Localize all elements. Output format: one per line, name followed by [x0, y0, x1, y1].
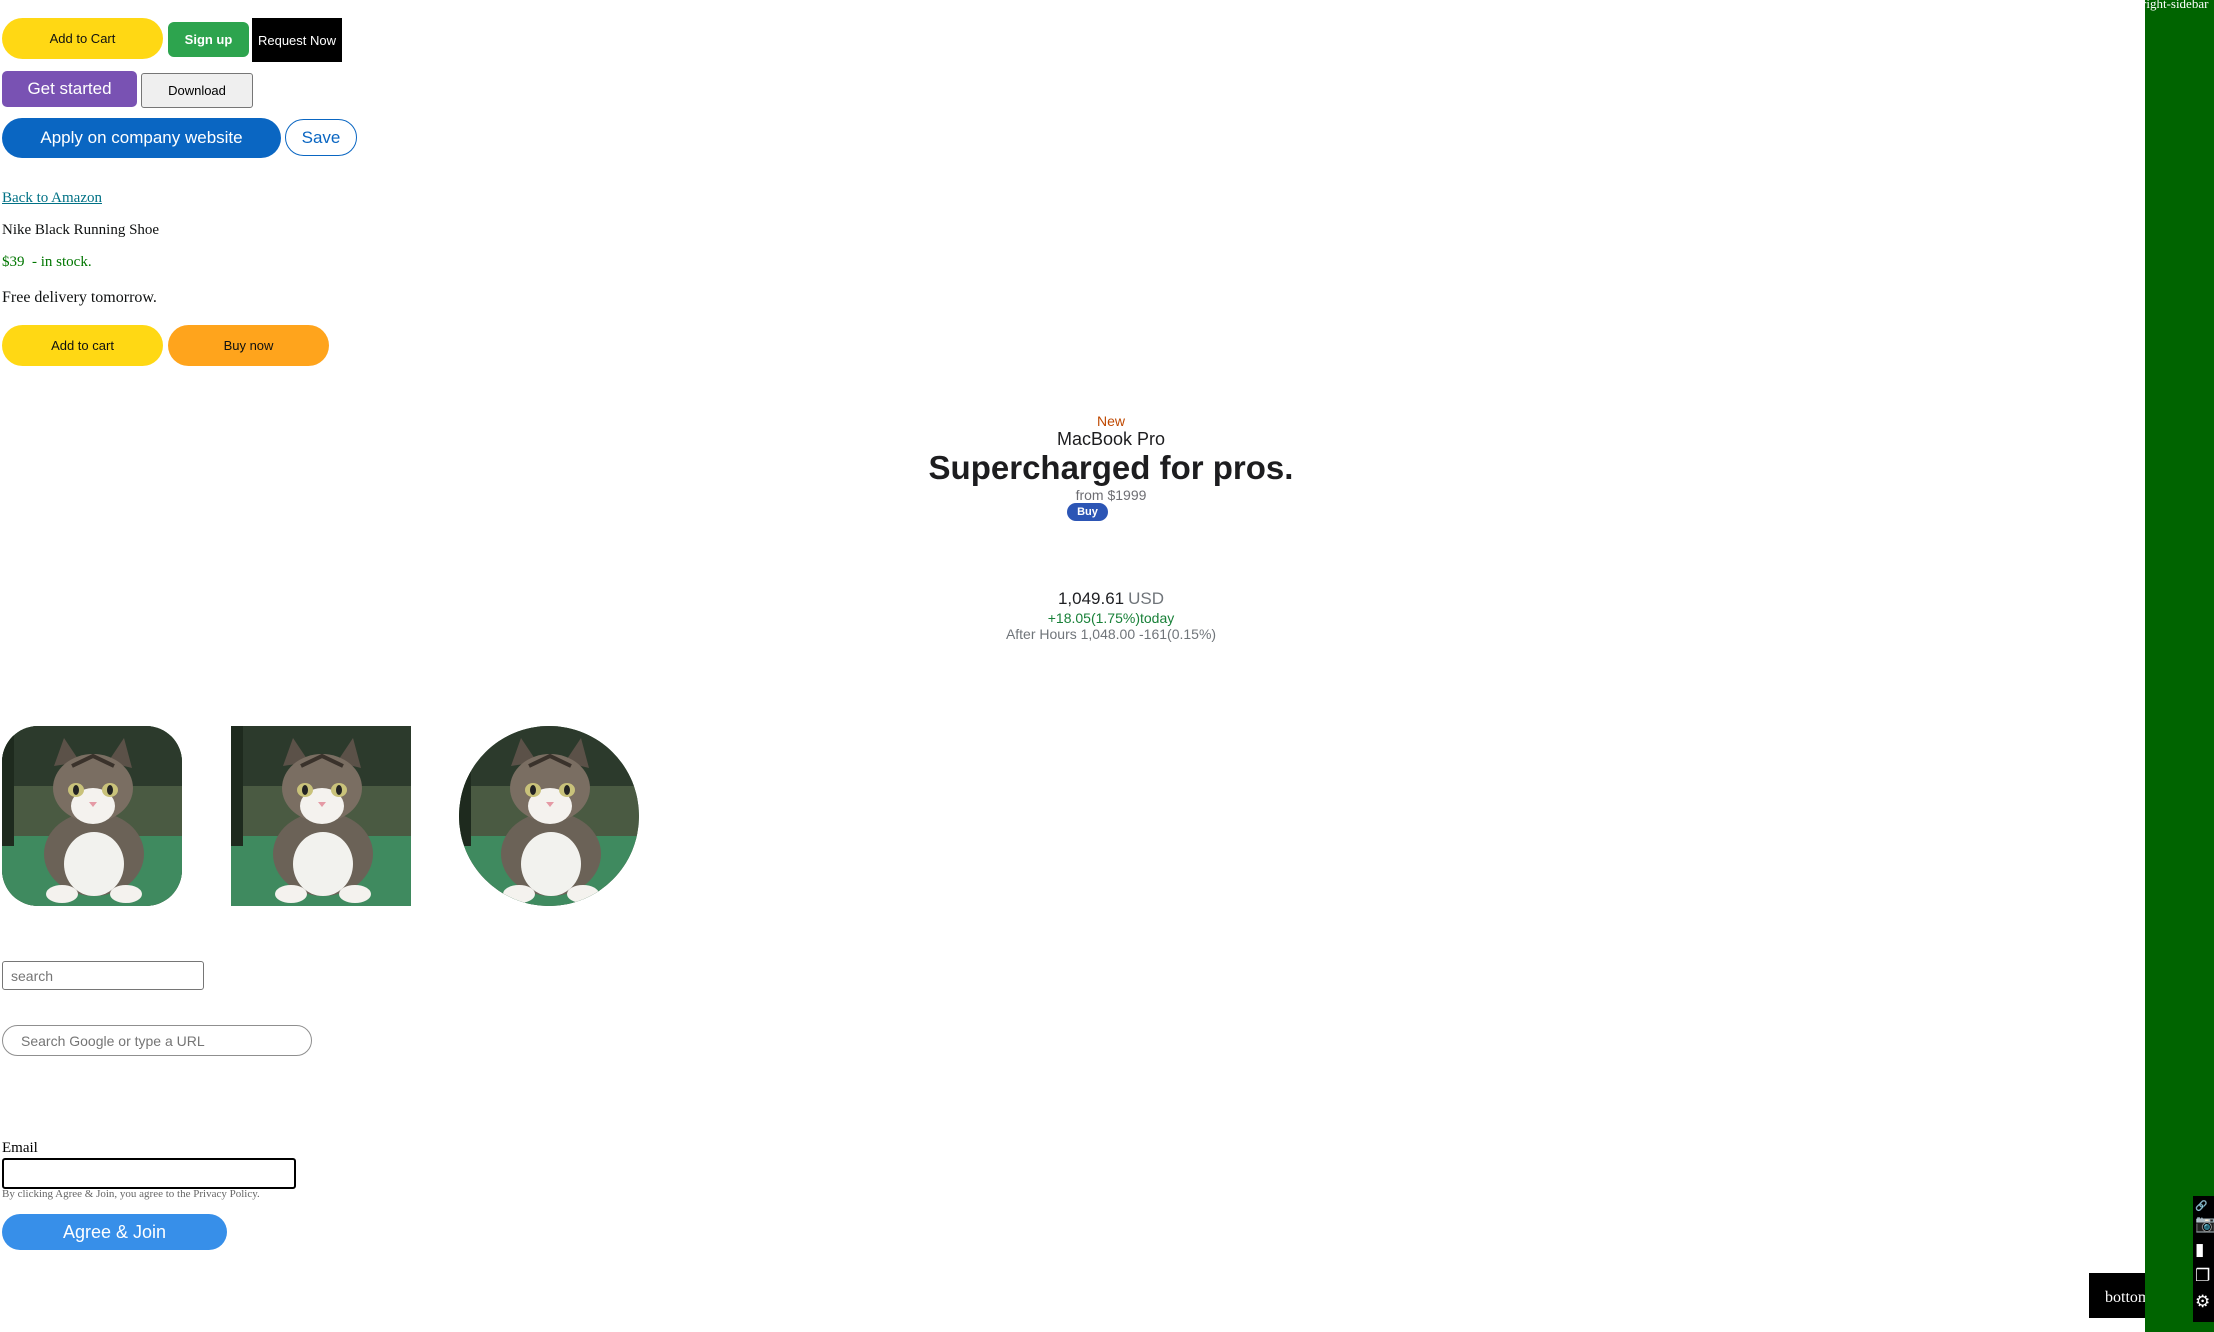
cat-image-square: [231, 726, 411, 906]
search-input[interactable]: [2, 961, 204, 990]
headline: Supercharged for pros.: [928, 449, 1294, 486]
camera-icon[interactable]: 📷: [2195, 1216, 2214, 1233]
buy-now-button[interactable]: Buy now: [168, 325, 329, 366]
from-price: from $1999: [1075, 487, 1147, 503]
stock-currency: USD: [1128, 589, 1165, 608]
window-icon[interactable]: ❐: [2195, 1268, 2210, 1285]
after-hours: After Hours 1,048.00 -161(0.15%): [1005, 626, 1217, 642]
stock-status: - in stock.: [32, 254, 92, 270]
buy-button[interactable]: Buy: [1067, 503, 1108, 521]
delivery-info: Free delivery tomorrow.: [2, 289, 157, 306]
product-name: MacBook Pro: [1056, 429, 1166, 449]
request-now-button[interactable]: Request Now: [252, 18, 342, 62]
google-search-input[interactable]: [2, 1025, 312, 1056]
right-sidebar: [2145, 0, 2214, 1332]
stock-change: +18.05(1.75%)today: [1047, 610, 1175, 626]
stock-price: 1,049.61 USD: [0, 589, 2214, 609]
stock-value: 1,049.61: [1057, 589, 1125, 608]
cat-image-circle: [459, 726, 639, 906]
product-price-stock: $39 - in stock.: [2, 254, 92, 271]
add-to-cart-button-2[interactable]: Add to cart: [2, 325, 163, 366]
apply-button[interactable]: Apply on company website: [2, 118, 281, 158]
product-price: $39: [2, 254, 25, 270]
save-button[interactable]: Save: [285, 119, 357, 156]
add-to-cart-button[interactable]: Add to Cart: [2, 18, 163, 59]
product-title: Nike Black Running Shoe: [2, 222, 160, 238]
cat-image-rounded: [2, 726, 182, 906]
link-icon[interactable]: 🔗: [2195, 1198, 2207, 1215]
bottom-bar: bottom: [2089, 1273, 2145, 1318]
get-started-button[interactable]: Get started: [2, 71, 137, 107]
sidebar-toolbar: 🔗 📷 ▮ ❐ ⚙: [2193, 1196, 2214, 1322]
download-button[interactable]: Download: [141, 73, 253, 108]
bottom-label: bottom: [2105, 1289, 2145, 1306]
email-field[interactable]: [2, 1158, 296, 1189]
video-icon[interactable]: ▮: [2195, 1242, 2204, 1259]
sign-up-button[interactable]: Sign up: [168, 22, 249, 57]
new-badge: New: [1096, 413, 1125, 429]
agree-join-button[interactable]: Agree & Join: [2, 1214, 227, 1250]
privacy-hint: By clicking Agree & Join, you agree to t…: [2, 1188, 260, 1200]
email-label: Email: [2, 1140, 38, 1156]
gear-icon[interactable]: ⚙: [2195, 1294, 2210, 1311]
sidebar-label: right-sidebar: [2142, 0, 2209, 11]
back-to-amazon-link[interactable]: Back to Amazon: [2, 190, 102, 207]
